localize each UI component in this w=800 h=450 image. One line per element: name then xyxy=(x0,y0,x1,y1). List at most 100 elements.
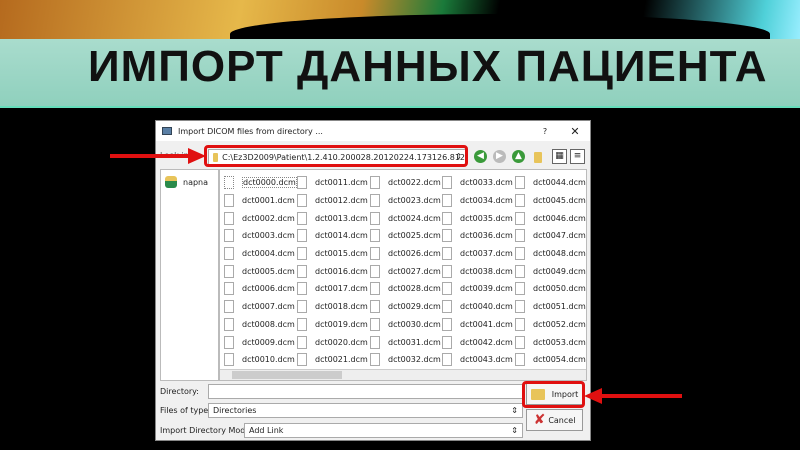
file-icon xyxy=(224,282,234,296)
file-item[interactable]: dct0005.dcm xyxy=(224,262,297,280)
close-button[interactable]: ✕ xyxy=(560,125,590,138)
file-item[interactable]: dct0026.dcm xyxy=(370,245,441,263)
file-column: dct0022.dcm dct0023.dcm dct0024.dcm dct0025… xyxy=(370,174,441,369)
file-name: dct0016.dcm xyxy=(315,266,368,276)
path-highlight xyxy=(204,145,468,167)
file-icon xyxy=(297,229,307,243)
file-item[interactable]: dct0030.dcm xyxy=(370,316,441,334)
up-icon[interactable]: ▲ xyxy=(512,150,525,163)
file-item[interactable]: dct0006.dcm xyxy=(224,280,297,298)
file-item[interactable]: dct0038.dcm xyxy=(442,262,513,280)
detail-view-icon[interactable]: ≡ xyxy=(570,149,585,164)
file-icon xyxy=(442,247,452,261)
file-item[interactable]: dct0046.dcm xyxy=(515,209,586,227)
file-icon xyxy=(224,194,234,208)
file-name: dct0024.dcm xyxy=(388,213,441,223)
file-item[interactable]: dct0003.dcm xyxy=(224,227,297,245)
file-item[interactable]: dct0028.dcm xyxy=(370,280,441,298)
file-name: dct0023.dcm xyxy=(388,196,441,206)
mode-select[interactable]: Add Link ⇕ xyxy=(244,423,523,438)
file-item[interactable]: dct0041.dcm xyxy=(442,316,513,334)
file-item[interactable]: dct0043.dcm xyxy=(442,351,513,369)
file-item[interactable]: dct0027.dcm xyxy=(370,262,441,280)
file-item[interactable]: dct0000.dcm xyxy=(224,174,297,192)
file-item[interactable]: dct0045.dcm xyxy=(515,192,586,210)
files-of-type-select[interactable]: Directories ⇕ xyxy=(208,403,523,418)
file-item[interactable]: dct0054.dcm xyxy=(515,351,586,369)
directory-input[interactable] xyxy=(208,384,523,399)
file-icon xyxy=(224,211,234,225)
file-name: dct0004.dcm xyxy=(242,249,295,259)
file-item[interactable]: dct0022.dcm xyxy=(370,174,441,192)
file-name: dct0001.dcm xyxy=(242,196,295,206)
file-name: dct0047.dcm xyxy=(533,231,586,241)
file-item[interactable]: dct0004.dcm xyxy=(224,245,297,263)
file-name: dct0003.dcm xyxy=(242,231,295,241)
file-item[interactable]: dct0031.dcm xyxy=(370,333,441,351)
file-icon xyxy=(224,353,234,367)
file-item[interactable]: dct0042.dcm xyxy=(442,333,513,351)
file-item[interactable]: dct0008.dcm xyxy=(224,316,297,334)
file-item[interactable]: dct0034.dcm xyxy=(442,192,513,210)
file-name: dct0021.dcm xyxy=(315,355,368,365)
file-item[interactable]: dct0001.dcm xyxy=(224,192,297,210)
file-item[interactable]: dct0018.dcm xyxy=(297,298,368,316)
scrollbar-thumb[interactable] xyxy=(232,371,342,379)
forward-icon[interactable]: ▶ xyxy=(493,150,506,163)
file-item[interactable]: dct0044.dcm xyxy=(515,174,586,192)
file-item[interactable]: dct0015.dcm xyxy=(297,245,368,263)
back-icon[interactable]: ◀ xyxy=(474,150,487,163)
file-icon xyxy=(297,353,307,367)
list-view-icon[interactable]: ▦ xyxy=(552,149,567,164)
file-name: dct0027.dcm xyxy=(388,266,441,276)
sidebar-item[interactable]: napna xyxy=(161,170,218,194)
file-item[interactable]: dct0023.dcm xyxy=(370,192,441,210)
file-icon xyxy=(370,300,380,314)
file-item[interactable]: dct0016.dcm xyxy=(297,262,368,280)
file-item[interactable]: dct0032.dcm xyxy=(370,351,441,369)
file-item[interactable]: dct0051.dcm xyxy=(515,298,586,316)
file-item[interactable]: dct0024.dcm xyxy=(370,209,441,227)
file-item[interactable]: dct0009.dcm xyxy=(224,333,297,351)
cancel-button[interactable]: ✘ Cancel xyxy=(526,409,583,431)
file-item[interactable]: dct0049.dcm xyxy=(515,262,586,280)
file-item[interactable]: dct0036.dcm xyxy=(442,227,513,245)
file-name: dct0009.dcm xyxy=(242,337,295,347)
file-item[interactable]: dct0013.dcm xyxy=(297,209,368,227)
file-item[interactable]: dct0017.dcm xyxy=(297,280,368,298)
file-icon xyxy=(224,176,234,190)
file-item[interactable]: dct0010.dcm xyxy=(224,351,297,369)
file-item[interactable]: dct0050.dcm xyxy=(515,280,586,298)
file-name: dct0037.dcm xyxy=(460,249,513,259)
file-item[interactable]: dct0037.dcm xyxy=(442,245,513,263)
file-item[interactable]: dct0011.dcm xyxy=(297,174,368,192)
help-button[interactable]: ? xyxy=(530,127,560,136)
file-item[interactable]: dct0048.dcm xyxy=(515,245,586,263)
file-name: dct0025.dcm xyxy=(388,231,441,241)
file-icon xyxy=(442,282,452,296)
new-folder-icon[interactable] xyxy=(534,152,542,163)
file-item[interactable]: dct0052.dcm xyxy=(515,316,586,334)
file-item[interactable]: dct0029.dcm xyxy=(370,298,441,316)
file-name: dct0010.dcm xyxy=(242,355,295,365)
file-name: dct0012.dcm xyxy=(315,196,368,206)
file-item[interactable]: dct0039.dcm xyxy=(442,280,513,298)
file-name: dct0051.dcm xyxy=(533,302,586,312)
file-item[interactable]: dct0020.dcm xyxy=(297,333,368,351)
file-item[interactable]: dct0012.dcm xyxy=(297,192,368,210)
file-item[interactable]: dct0040.dcm xyxy=(442,298,513,316)
file-item[interactable]: dct0025.dcm xyxy=(370,227,441,245)
file-item[interactable]: dct0053.dcm xyxy=(515,333,586,351)
file-item[interactable]: dct0035.dcm xyxy=(442,209,513,227)
file-icon xyxy=(442,211,452,225)
file-item[interactable]: dct0047.dcm xyxy=(515,227,586,245)
file-icon xyxy=(224,247,234,261)
file-item[interactable]: dct0007.dcm xyxy=(224,298,297,316)
file-icon xyxy=(515,229,525,243)
file-item[interactable]: dct0033.dcm xyxy=(442,174,513,192)
file-item[interactable]: dct0019.dcm xyxy=(297,316,368,334)
file-item[interactable]: dct0002.dcm xyxy=(224,209,297,227)
horizontal-scrollbar[interactable] xyxy=(220,369,586,380)
file-item[interactable]: dct0021.dcm xyxy=(297,351,368,369)
file-item[interactable]: dct0014.dcm xyxy=(297,227,368,245)
